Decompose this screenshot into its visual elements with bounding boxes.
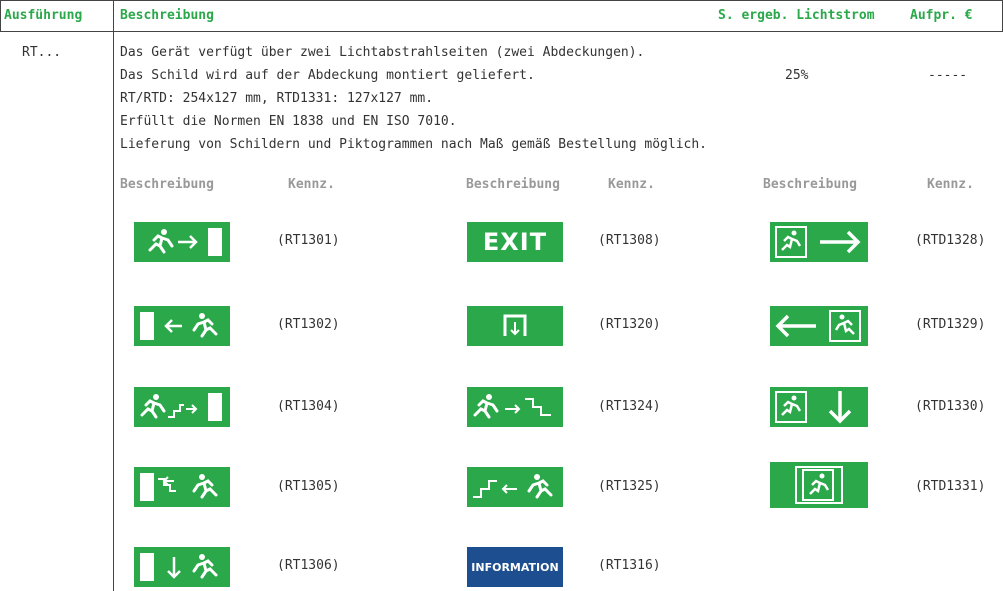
description-line: Erfüllt die Normen EN 1838 und EN ISO 70…	[120, 114, 457, 129]
sign-code: (RT1316)	[598, 558, 661, 573]
sign-code: (RTD1328)	[915, 233, 986, 248]
door-down-arrow-sign	[467, 306, 563, 346]
exit-man-square-sign	[770, 462, 868, 508]
header-aufpreis: Aufpr. €	[910, 8, 973, 23]
left-arrow-exit-man-sign	[770, 306, 868, 346]
header-rule	[0, 31, 1003, 32]
subheader-beschreibung: Beschreibung	[763, 177, 857, 192]
subheader-kennz: Kennz.	[927, 177, 974, 192]
description-line: Das Gerät verfügt über zwei Lichtabstrah…	[120, 45, 645, 60]
sign-code: (RT1301)	[277, 233, 340, 248]
sign-code: (RT1302)	[277, 317, 340, 332]
subheader-beschreibung: Beschreibung	[120, 177, 214, 192]
description-line: RT/RTD: 254x127 mm, RTD1331: 127x127 mm.	[120, 91, 434, 106]
stairs-up-left-running-man-sign	[467, 467, 563, 507]
exit-sign: EXIT	[467, 222, 563, 262]
sign-code: (RT1305)	[277, 479, 340, 494]
running-man-right-arrow-sign	[134, 222, 230, 262]
subheader-beschreibung: Beschreibung	[466, 177, 560, 192]
exit-man-down-arrow-sign	[770, 387, 868, 427]
row-ausfuehrung: RT...	[22, 45, 62, 60]
description-line: Das Schild wird auf der Abdeckung montie…	[120, 68, 535, 83]
sign-code: (RTD1329)	[915, 317, 986, 332]
down-arrow-running-man-sign	[134, 547, 230, 587]
sign-code: (RTD1331)	[915, 479, 986, 494]
header-beschreibung: Beschreibung	[120, 8, 214, 23]
exit-label: EXIT	[482, 228, 548, 256]
sign-code: (RTD1330)	[915, 399, 986, 414]
sign-code: (RT1324)	[598, 399, 661, 414]
header-ausfuehrung: Ausführung	[4, 8, 83, 23]
running-man-stairs-down-sign	[467, 387, 563, 427]
left-arrow-running-man-sign	[134, 306, 230, 346]
column-divider	[113, 0, 114, 591]
sign-code: (RT1304)	[277, 399, 340, 414]
exit-man-right-arrow-sign	[770, 222, 868, 262]
information-sign: INFORMATION	[467, 547, 563, 587]
subheader-kennz: Kennz.	[288, 177, 335, 192]
sign-code: (RT1325)	[598, 479, 661, 494]
subheader-kennz: Kennz.	[608, 177, 655, 192]
aufpreis-value: -----	[928, 68, 968, 83]
information-label: INFORMATION	[471, 560, 559, 574]
left-rule	[0, 0, 1, 31]
stairs-down-running-man-sign	[134, 467, 230, 507]
sign-code: (RT1306)	[277, 558, 340, 573]
header-lichtstrom: S. ergeb. Lichtstrom	[718, 8, 875, 23]
description-line: Lieferung von Schildern und Piktogrammen…	[120, 137, 707, 152]
sign-code: (RT1308)	[598, 233, 661, 248]
running-man-stairs-up-sign	[134, 387, 230, 427]
sign-code: (RT1320)	[598, 317, 661, 332]
lichtstrom-value: 25%	[785, 68, 809, 83]
